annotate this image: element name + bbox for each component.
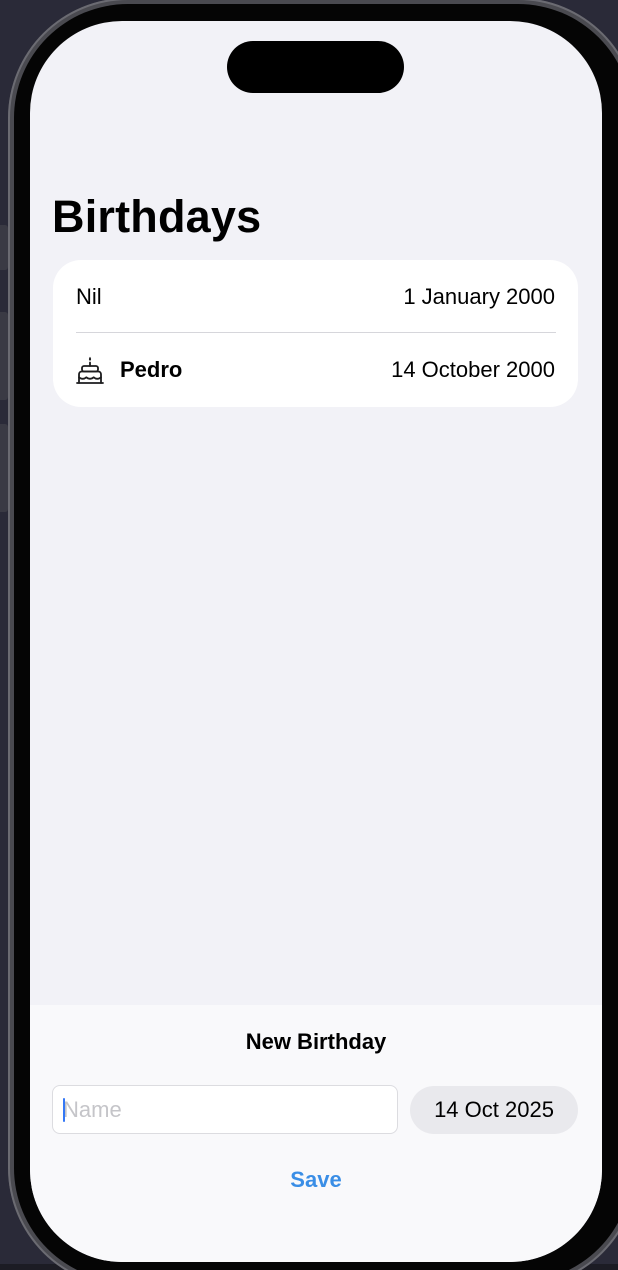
new-birthday-panel: New Birthday 14 Oct 2025 Save [30,1005,602,1262]
list-item-left: Nil [76,284,102,310]
new-birthday-title: New Birthday [245,1029,387,1054]
birthday-name: Nil [76,283,102,309]
action-button [0,225,8,270]
birthday-list: Nil 1 January 2000 Pedro 14 October 2000 [53,260,578,407]
list-item-left: Pedro [76,355,182,385]
list-item-nil[interactable]: Nil 1 January 2000 [53,260,578,333]
volume-up-button [0,312,8,400]
volume-down-button [0,424,8,512]
save-button[interactable]: Save [266,1160,366,1200]
page-title: Birthdays [52,191,262,242]
date-picker[interactable]: 14 Oct 2025 [410,1086,578,1134]
birthday-date: 14 October 2000 [391,356,555,382]
simulator-desktop: Birthdays Nil 1 January 2000 Pedro 14 Oc… [0,0,618,1270]
text-cursor [63,1098,65,1122]
birthday-date: 1 January 2000 [403,283,555,309]
dynamic-island [227,41,404,93]
name-input[interactable] [52,1085,398,1134]
list-item-pedro[interactable]: Pedro 14 October 2000 [53,333,578,406]
phone-screen: Birthdays Nil 1 January 2000 Pedro 14 Oc… [30,21,602,1262]
birthday-name: Pedro [120,356,183,382]
birthday-cake-icon [76,355,104,385]
